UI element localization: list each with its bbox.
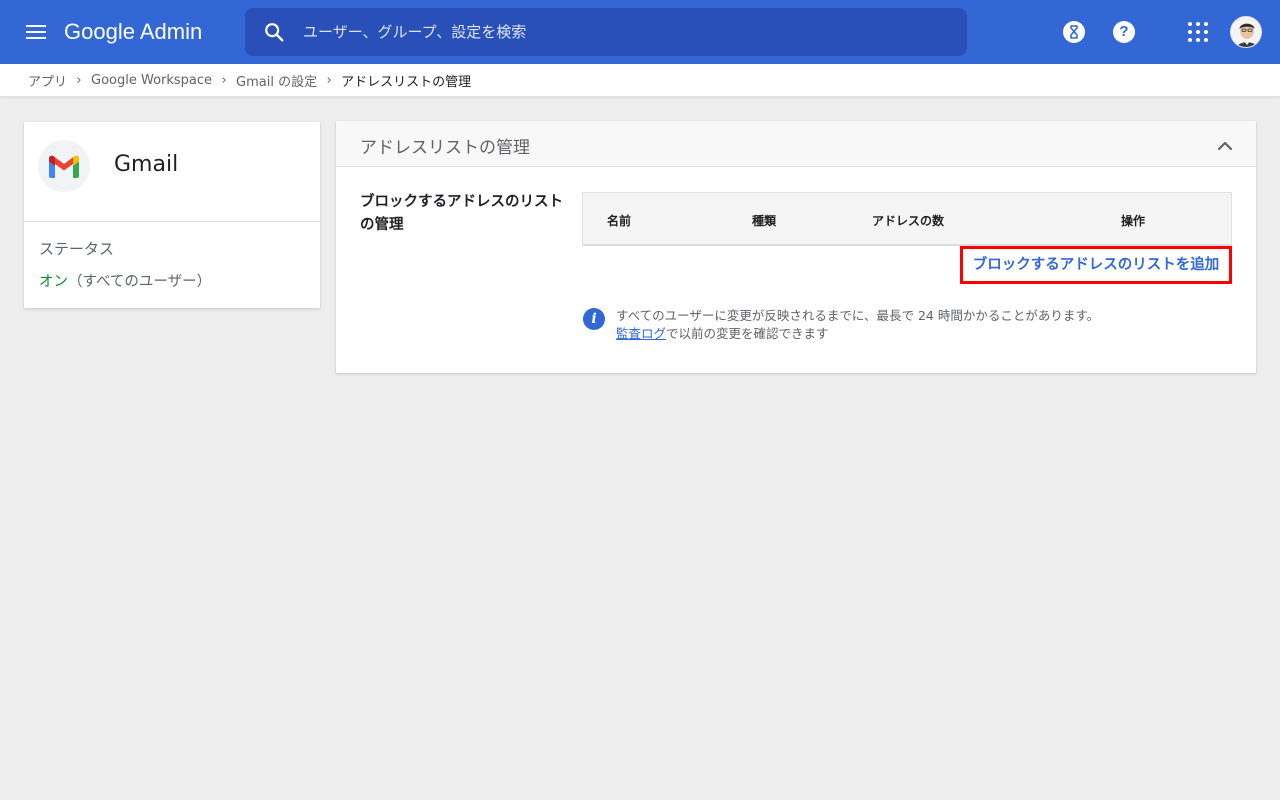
help-icon[interactable]: ? [1113, 21, 1135, 43]
hourglass-icon[interactable] [1063, 21, 1085, 43]
breadcrumb-separator-icon: › [76, 72, 82, 88]
app-name: Gmail [114, 152, 179, 177]
breadcrumb: アプリ › Google Workspace › Gmail の設定 › アドレ… [0, 64, 1280, 97]
user-avatar[interactable] [1230, 16, 1262, 48]
panel-title: アドレスリストの管理 [360, 138, 530, 158]
add-blocked-address-list-button[interactable]: ブロックするアドレスのリストを追加 [960, 246, 1232, 284]
info-line-2-text: で以前の変更を確認できます [666, 326, 829, 341]
gmail-logo [38, 140, 90, 192]
divider [24, 221, 320, 222]
breadcrumb-gmail-settings[interactable]: Gmail の設定 [236, 71, 317, 90]
breadcrumb-separator-icon: › [326, 72, 332, 88]
column-header-address-count[interactable]: アドレスの数 [872, 212, 944, 229]
top-app-bar: Google Admin ? [0, 0, 1280, 64]
section-label: ブロックするアドレスのリストの管理 [360, 194, 563, 233]
column-header-type[interactable]: 種類 [752, 212, 776, 229]
address-lists-table: 名前 種類 アドレスの数 操作 [582, 192, 1232, 246]
search-icon[interactable] [263, 21, 285, 43]
menu-icon[interactable] [22, 20, 50, 44]
column-header-actions: 操作 [1121, 214, 1146, 228]
chevron-up-icon[interactable] [1214, 135, 1236, 157]
app-summary-card: Gmail ステータス オン（すべてのユーザー） [24, 122, 320, 308]
search-input[interactable] [303, 8, 953, 56]
breadcrumb-apps[interactable]: アプリ [28, 71, 67, 90]
status-value: オン（すべてのユーザー） [39, 270, 211, 291]
info-line-1: すべてのユーザーに変更が反映されるまでに、最長で 24 時間かかることがあります… [616, 308, 1100, 323]
info-icon: i [583, 308, 605, 330]
search-bar [245, 8, 967, 56]
status-label: ステータス [39, 240, 115, 258]
audit-log-link[interactable]: 監査ログ [616, 326, 666, 341]
status-scope-text: （すべてのユーザー） [68, 274, 212, 290]
info-line-2: 監査ログで以前の変更を確認できます [616, 325, 1099, 343]
breadcrumb-current-page: アドレスリストの管理 [341, 74, 472, 90]
address-list-panel: アドレスリストの管理 ブロックするアドレスのリストの管理 名前 種類 アドレスの… [336, 121, 1256, 373]
apps-grid-icon[interactable] [1186, 20, 1210, 44]
panel-header[interactable]: アドレスリストの管理 [336, 121, 1256, 167]
info-message: すべてのユーザーに変更が反映されるまでに、最長で 24 時間かかることがあります… [616, 307, 1099, 343]
breadcrumb-separator-icon: › [221, 72, 227, 88]
status-on-text: オン [39, 274, 68, 290]
google-admin-logo[interactable]: Google Admin [64, 17, 202, 47]
breadcrumb-google-workspace[interactable]: Google Workspace [91, 73, 212, 88]
brand-google-text: Google [64, 19, 135, 44]
brand-admin-text: Admin [139, 19, 203, 44]
column-header-name[interactable]: 名前 [607, 212, 631, 229]
